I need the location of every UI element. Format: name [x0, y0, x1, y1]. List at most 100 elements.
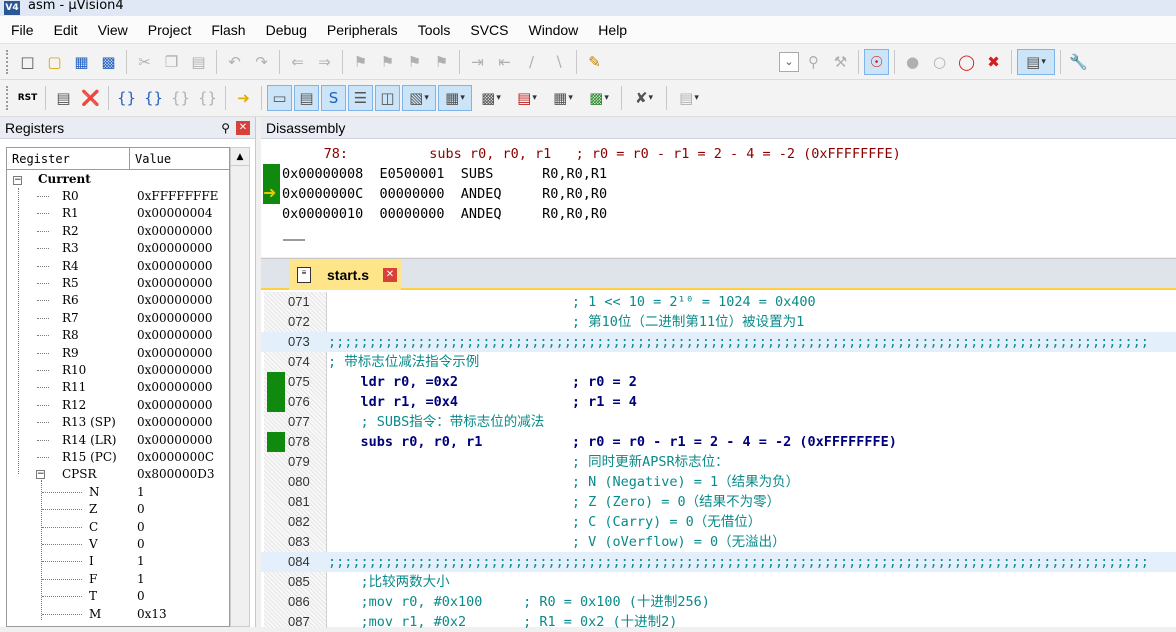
analysis-windows-icon[interactable]: ▤: [510, 85, 544, 111]
flag-value[interactable]: 0: [137, 536, 145, 553]
toolbox-icon[interactable]: ✘: [627, 85, 661, 111]
memory-windows-icon[interactable]: ▦: [438, 85, 472, 111]
symbols-window-icon[interactable]: S: [321, 85, 346, 111]
menu-view[interactable]: View: [87, 16, 137, 44]
column-header-register[interactable]: Register: [7, 148, 130, 169]
cpsr-flag-row[interactable]: M 0x13: [7, 606, 229, 623]
column-header-value[interactable]: Value: [130, 148, 171, 169]
system-viewer-icon[interactable]: ▩: [582, 85, 616, 111]
combo-dropdown-icon[interactable]: ⌄: [779, 51, 799, 72]
nav-forward-icon[interactable]: ⇒: [312, 49, 337, 75]
enable-breakpoint-icon[interactable]: ○: [927, 49, 952, 75]
uncomment-icon[interactable]: ∖: [546, 49, 571, 75]
flag-value[interactable]: 1: [137, 571, 145, 588]
next-bookmark-icon[interactable]: ⚑: [402, 49, 427, 75]
code-line[interactable]: 078 subs r0, r0, r1 ; r0 = r0 - r1 = 2 -…: [261, 432, 1176, 452]
code-line[interactable]: 071 ; 1 << 10 = 2¹⁰ = 1024 = 0x400: [261, 292, 1176, 312]
register-value[interactable]: 0x0000000C: [137, 449, 214, 466]
code-line[interactable]: 073;;;;;;;;;;;;;;;;;;;;;;;;;;;;;;;;;;;;;…: [261, 332, 1176, 352]
register-row[interactable]: R12 0x00000000: [7, 397, 229, 414]
undo-icon[interactable]: ↶: [222, 49, 247, 75]
save-all-icon[interactable]: ▩: [96, 49, 121, 75]
menu-window[interactable]: Window: [518, 16, 588, 44]
register-group-current[interactable]: Current: [7, 171, 229, 188]
save-icon[interactable]: ▦: [69, 49, 94, 75]
register-row[interactable]: R1 0x00000004: [7, 205, 229, 222]
debug-restore-views-icon[interactable]: ▤: [672, 85, 706, 111]
menu-svcs[interactable]: SVCS: [459, 16, 517, 44]
cut-icon[interactable]: ✂: [132, 49, 157, 75]
menu-debug[interactable]: Debug: [255, 16, 316, 44]
registers-window-icon[interactable]: ☰: [348, 85, 373, 111]
register-value[interactable]: 0x00000000: [137, 414, 212, 431]
paste-icon[interactable]: ▤: [186, 49, 211, 75]
register-row[interactable]: R5 0x00000000: [7, 275, 229, 292]
register-row[interactable]: R9 0x00000000: [7, 345, 229, 362]
cpsr-flag-row[interactable]: T0: [7, 588, 229, 605]
register-value[interactable]: 0x00000000: [137, 258, 212, 275]
flag-value[interactable]: 0: [137, 501, 145, 518]
command-window-icon[interactable]: ▭: [267, 85, 292, 111]
prev-bookmark-icon[interactable]: ⚑: [375, 49, 400, 75]
register-row[interactable]: R14 (LR) 0x00000000: [7, 432, 229, 449]
register-row[interactable]: R13 (SP) 0x00000000: [7, 414, 229, 431]
menu-project[interactable]: Project: [137, 16, 201, 44]
code-line[interactable]: 079 ; 同时更新APSR标志位：: [261, 452, 1176, 472]
debug-session-icon[interactable]: ☉: [864, 48, 889, 75]
incremental-find-icon[interactable]: ⚒: [828, 49, 853, 75]
unindent-icon[interactable]: ⇤: [492, 49, 517, 75]
code-line[interactable]: 074 ; 带标志位减法指令示例: [261, 352, 1176, 372]
menu-tools[interactable]: Tools: [407, 16, 460, 44]
register-value[interactable]: 0x00000000: [137, 432, 212, 449]
step-into-icon[interactable]: {}: [114, 85, 139, 111]
registers-scrollbar[interactable]: ▲: [230, 147, 250, 627]
cpsr-flag-row[interactable]: V0: [7, 536, 229, 553]
code-line[interactable]: 084;;;;;;;;;;;;;;;;;;;;;;;;;;;;;;;;;;;;;…: [261, 552, 1176, 572]
clear-bookmarks-icon[interactable]: ⚑: [429, 49, 454, 75]
code-line[interactable]: 081 ; Z (Zero) = 0（结果不为零）: [261, 492, 1176, 512]
register-row[interactable]: R11 0x00000000: [7, 379, 229, 396]
cpsr-flag-row[interactable]: I1: [7, 553, 229, 570]
pin-icon[interactable]: ⚲: [221, 121, 230, 135]
collapse-cpsr-icon[interactable]: −: [36, 470, 45, 480]
step-over-icon[interactable]: {}: [141, 85, 166, 111]
flag-value[interactable]: 1: [137, 553, 145, 570]
disassembly-line[interactable]: 0x00000008 E0500001 SUBS R0,R0,R1: [282, 164, 1176, 184]
register-value[interactable]: 0x00000000: [137, 240, 212, 257]
register-value[interactable]: 0x00000000: [137, 397, 212, 414]
register-value[interactable]: 0x00000000: [137, 275, 212, 292]
register-value[interactable]: 0x00000000: [137, 379, 212, 396]
disable-breakpoints-icon[interactable]: ◯: [954, 49, 979, 75]
register-row[interactable]: R6 0x00000000: [7, 292, 229, 309]
call-stack-icon[interactable]: ◫: [375, 85, 400, 111]
new-file-icon[interactable]: □: [15, 49, 40, 75]
register-value[interactable]: 0x00000004: [137, 205, 212, 222]
code-line[interactable]: 075 ldr r0, =0x2 ; r0 = 2: [261, 372, 1176, 392]
cpsr-flag-row[interactable]: F1: [7, 571, 229, 588]
register-row[interactable]: R7 0x00000000: [7, 310, 229, 327]
flag-value[interactable]: 0: [137, 519, 145, 536]
window-layout-icon[interactable]: ▤: [1017, 48, 1055, 75]
flag-value[interactable]: 1: [137, 484, 145, 501]
code-line[interactable]: 086 ;mov r0, #0x100 ; R0 = 0x100 (十进制256…: [261, 592, 1176, 612]
copy-icon[interactable]: ❐: [159, 49, 184, 75]
menu-flash[interactable]: Flash: [200, 16, 254, 44]
register-value[interactable]: 0x00000000: [137, 310, 212, 327]
register-value[interactable]: 0xFFFFFFFE: [137, 188, 218, 205]
tab-start-s[interactable]: ≡ start.s ✕: [289, 260, 401, 290]
register-row[interactable]: R0 0xFFFFFFFE: [7, 188, 229, 205]
code-line[interactable]: 072 ; 第10位（二进制第11位）被设置为1: [261, 312, 1176, 332]
serial-windows-icon[interactable]: ▩: [474, 85, 508, 111]
register-row[interactable]: R15 (PC) 0x0000000C: [7, 449, 229, 466]
register-value[interactable]: 0x00000000: [137, 345, 212, 362]
code-line[interactable]: 076 ldr r1, =0x4 ; r1 = 4: [261, 392, 1176, 412]
configure-icon[interactable]: 🔧: [1066, 49, 1091, 75]
code-line[interactable]: 085 ;比较两数大小: [261, 572, 1176, 592]
register-row[interactable]: R4 0x00000000: [7, 258, 229, 275]
code-line[interactable]: 077 ; SUBS指令：带标志位的减法: [261, 412, 1176, 432]
comment-icon[interactable]: ∕: [519, 49, 544, 75]
find-icon[interactable]: ⚲: [801, 49, 826, 75]
open-folder-icon[interactable]: ▢: [42, 49, 67, 75]
register-value[interactable]: 0x00000000: [137, 223, 212, 240]
menu-edit[interactable]: Edit: [43, 16, 87, 44]
